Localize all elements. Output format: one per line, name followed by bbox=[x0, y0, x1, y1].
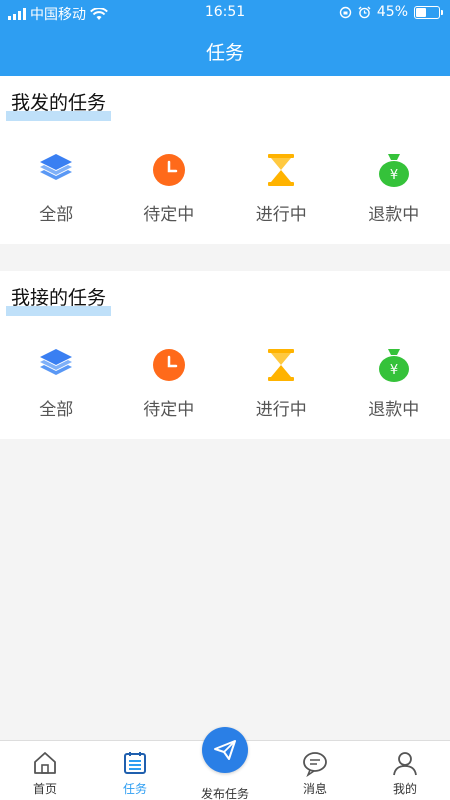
icon-label: 退款中 bbox=[368, 205, 420, 225]
svg-text:¥: ¥ bbox=[390, 363, 398, 378]
layers-icon bbox=[36, 345, 76, 385]
layers-icon bbox=[36, 150, 76, 190]
section-title: 我发的任务 bbox=[6, 88, 112, 121]
tab-publish-task[interactable]: 发布任务 bbox=[180, 727, 270, 800]
icon-label: 待定中 bbox=[143, 400, 195, 420]
hourglass-icon bbox=[261, 150, 301, 190]
hourglass-icon bbox=[261, 345, 301, 385]
tab-label: 消息 bbox=[302, 782, 327, 796]
paper-plane-icon bbox=[214, 740, 236, 760]
profile-icon bbox=[393, 752, 417, 776]
home-icon bbox=[34, 752, 56, 774]
tab-label: 任务 bbox=[122, 782, 147, 796]
clock-icon bbox=[149, 150, 189, 190]
accepted-tasks-section: 我接的任务 全部 待定中 进行中 ¥ 退款中 bbox=[0, 271, 450, 439]
clock-icon bbox=[149, 345, 189, 385]
posted-in-progress-button[interactable]: 进行中 bbox=[225, 150, 338, 225]
posted-all-button[interactable]: 全部 bbox=[0, 150, 113, 225]
task-list-icon bbox=[124, 752, 146, 774]
status-bar: 中国移动 16:51 45% bbox=[0, 0, 450, 26]
tab-label: 发布任务 bbox=[200, 787, 249, 800]
page-title: 任务 bbox=[205, 41, 244, 64]
rotation-lock-icon bbox=[339, 6, 352, 18]
accepted-pending-button[interactable]: 待定中 bbox=[113, 345, 226, 420]
icon-label: 退款中 bbox=[368, 400, 420, 420]
publish-fab-button[interactable] bbox=[202, 727, 248, 773]
posted-refunding-button[interactable]: ¥ 退款中 bbox=[338, 150, 450, 225]
accepted-refunding-button[interactable]: ¥ 退款中 bbox=[338, 345, 450, 420]
section-title: 我接的任务 bbox=[6, 283, 112, 316]
money-bag-icon: ¥ bbox=[374, 150, 414, 190]
svg-text:¥: ¥ bbox=[390, 168, 398, 183]
icon-label: 全部 bbox=[39, 400, 74, 420]
tab-bar: 首页 任务 发布任务 消息 我的 bbox=[0, 727, 450, 800]
icon-label: 全部 bbox=[39, 205, 74, 225]
tab-home[interactable]: 首页 bbox=[0, 741, 90, 800]
alarm-icon bbox=[358, 6, 371, 18]
icon-label: 进行中 bbox=[255, 205, 307, 225]
icon-label: 进行中 bbox=[255, 400, 307, 420]
icon-label: 待定中 bbox=[143, 205, 195, 225]
nav-bar: 任务 bbox=[0, 26, 450, 76]
battery-icon bbox=[414, 5, 443, 19]
tab-label: 我的 bbox=[392, 782, 417, 796]
accepted-all-button[interactable]: 全部 bbox=[0, 345, 113, 420]
tab-profile[interactable]: 我的 bbox=[360, 741, 450, 800]
tab-label: 首页 bbox=[32, 782, 57, 796]
battery-percent: 45% bbox=[376, 4, 408, 20]
money-bag-icon: ¥ bbox=[374, 345, 414, 385]
posted-tasks-section: 我发的任务 全部 待定中 进行中 ¥ 退款中 bbox=[0, 76, 450, 244]
tab-tasks[interactable]: 任务 bbox=[90, 741, 180, 800]
accepted-in-progress-button[interactable]: 进行中 bbox=[225, 345, 338, 420]
posted-pending-button[interactable]: 待定中 bbox=[113, 150, 226, 225]
tab-messages[interactable]: 消息 bbox=[270, 741, 360, 800]
chat-bubble-icon bbox=[303, 752, 327, 777]
